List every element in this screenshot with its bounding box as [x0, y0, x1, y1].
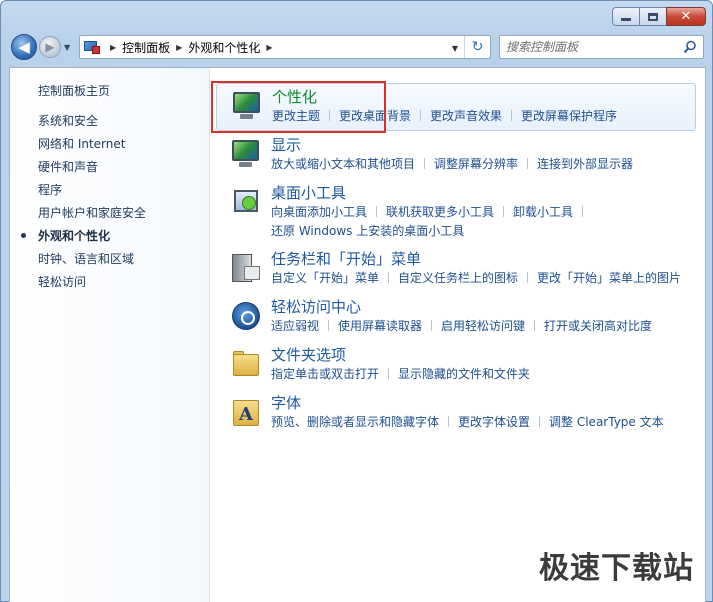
- category-gadgets: 桌面小工具 向桌面添加小工具 联机获取更多小工具 卸载小工具 还原 Window…: [216, 182, 696, 240]
- ease-of-access-icon[interactable]: [230, 300, 262, 332]
- gadgets-icon[interactable]: [230, 186, 262, 218]
- link-change-sounds[interactable]: 更改声音效果: [430, 107, 502, 124]
- category-taskbar: 任务栏和「开始」菜单 自定义「开始」菜单 自定义任务栏上的图标 更改「开始」菜单…: [216, 248, 696, 288]
- window-frame: ✕ ◀ ▶ ▼ ▶ 控制面板 ▶ 外观和个性化 ▶ ▼ ↻ 搜索控制面板 控制面…: [0, 0, 713, 602]
- refresh-icon: ↻: [471, 39, 484, 55]
- sidebar-item-hardware-sound[interactable]: 硬件和声音: [38, 161, 146, 184]
- navigation-bar: ◀ ▶ ▼ ▶ 控制面板 ▶ 外观和个性化 ▶ ▼ ↻: [9, 33, 706, 61]
- link-low-vision[interactable]: 适应弱视: [271, 317, 319, 334]
- category-title[interactable]: 字体: [271, 392, 301, 413]
- annotation-highlight-box: [211, 81, 386, 133]
- content-area: 控制面板主页 系统和安全 网络和 Internet 硬件和声音 程序 用户帐户和…: [9, 67, 706, 602]
- sidebar-item-network[interactable]: 网络和 Internet: [38, 138, 146, 161]
- close-icon: ✕: [680, 9, 692, 24]
- sidebar-item-ease-of-access[interactable]: 轻松访问: [38, 276, 146, 299]
- link-restore-gadgets[interactable]: 还原 Windows 上安装的桌面小工具: [271, 222, 464, 239]
- address-bar[interactable]: ▶ 控制面板 ▶ 外观和个性化 ▶ ▼ ↻: [79, 35, 491, 59]
- category-links-row2: 还原 Windows 上安装的桌面小工具: [271, 222, 464, 239]
- sidebar: 控制面板主页 系统和安全 网络和 Internet 硬件和声音 程序 用户帐户和…: [10, 68, 210, 602]
- category-links: 适应弱视 使用屏幕读取器 启用轻松访问键 打开或关闭高对比度: [271, 317, 652, 334]
- category-title[interactable]: 文件夹选项: [271, 344, 346, 365]
- link-customize-start-menu[interactable]: 自定义「开始」菜单: [271, 269, 379, 286]
- link-cleartype[interactable]: 调整 ClearType 文本: [549, 413, 664, 430]
- forward-arrow-icon: ▶: [45, 40, 55, 54]
- minimize-button[interactable]: [612, 7, 640, 26]
- close-button[interactable]: ✕: [666, 7, 706, 26]
- category-display: 显示 放大或缩小文本和其他项目 调整屏幕分辨率 连接到外部显示器: [216, 134, 696, 174]
- breadcrumb-appearance[interactable]: 外观和个性化: [188, 39, 260, 56]
- maximize-icon: [648, 12, 658, 21]
- link-high-contrast[interactable]: 打开或关闭高对比度: [544, 317, 652, 334]
- breadcrumb-chevron-icon[interactable]: ▶: [110, 43, 116, 52]
- category-links: 向桌面添加小工具 联机获取更多小工具 卸载小工具: [271, 203, 592, 220]
- sidebar-item-clock-language[interactable]: 时钟、语言和区域: [38, 253, 146, 276]
- breadcrumb-chevron-icon[interactable]: ▶: [266, 43, 272, 52]
- search-input[interactable]: [506, 39, 676, 55]
- category-ease-of-access: 轻松访问中心 适应弱视 使用屏幕读取器 启用轻松访问键 打开或关闭高对比度: [216, 296, 696, 336]
- main-panel: 个性化 更改主题 更改桌面背景 更改声音效果 更改屏幕保护程序 显示 放大或缩小…: [210, 68, 707, 602]
- link-add-gadgets[interactable]: 向桌面添加小工具: [271, 203, 367, 220]
- address-dropdown-icon[interactable]: ▼: [452, 44, 458, 53]
- fonts-icon[interactable]: A: [230, 396, 262, 428]
- link-show-hidden-files[interactable]: 显示隐藏的文件和文件夹: [398, 365, 530, 382]
- link-ease-keys[interactable]: 启用轻松访问键: [441, 317, 525, 334]
- breadcrumb-control-panel[interactable]: 控制面板: [122, 39, 170, 56]
- minimize-icon: [621, 17, 631, 21]
- category-links: 自定义「开始」菜单 自定义任务栏上的图标 更改「开始」菜单上的图片: [271, 269, 681, 286]
- display-icon[interactable]: [230, 138, 262, 170]
- folder-options-icon[interactable]: [230, 348, 262, 380]
- sidebar-home-link[interactable]: 控制面板主页: [38, 82, 110, 99]
- link-customize-taskbar-icons[interactable]: 自定义任务栏上的图标: [398, 269, 518, 286]
- breadcrumb-chevron-icon[interactable]: ▶: [176, 43, 182, 52]
- category-links: 预览、删除或者显示和隐藏字体 更改字体设置 调整 ClearType 文本: [271, 413, 664, 430]
- link-font-settings[interactable]: 更改字体设置: [458, 413, 530, 430]
- category-fonts: A 字体 预览、删除或者显示和隐藏字体 更改字体设置 调整 ClearType …: [216, 392, 696, 432]
- recent-pages-dropdown-icon[interactable]: ▼: [64, 43, 70, 52]
- sidebar-list: 系统和安全 网络和 Internet 硬件和声音 程序 用户帐户和家庭安全 外观…: [20, 115, 146, 299]
- link-preview-fonts[interactable]: 预览、删除或者显示和隐藏字体: [271, 413, 439, 430]
- category-title[interactable]: 显示: [271, 134, 301, 155]
- control-panel-icon: [84, 40, 100, 54]
- category-title[interactable]: 轻松访问中心: [271, 296, 361, 317]
- watermark-text: 极速下载站: [539, 551, 694, 586]
- back-button[interactable]: ◀: [11, 34, 37, 60]
- link-get-more-gadgets[interactable]: 联机获取更多小工具: [386, 203, 494, 220]
- refresh-button[interactable]: ↻: [464, 36, 490, 58]
- breadcrumb: ▶ 控制面板 ▶ 外观和个性化 ▶: [104, 36, 279, 58]
- category-folder-options: 文件夹选项 指定单击或双击打开 显示隐藏的文件和文件夹: [216, 344, 696, 384]
- window-controls: ✕: [612, 7, 706, 26]
- category-links: 指定单击或双击打开 显示隐藏的文件和文件夹: [271, 365, 530, 382]
- link-change-start-picture[interactable]: 更改「开始」菜单上的图片: [537, 269, 681, 286]
- category-title[interactable]: 任务栏和「开始」菜单: [271, 248, 421, 269]
- search-box: [499, 35, 704, 59]
- link-screen-resolution[interactable]: 调整屏幕分辨率: [434, 155, 518, 172]
- sidebar-item-appearance: 外观和个性化: [20, 230, 146, 253]
- link-external-display[interactable]: 连接到外部显示器: [537, 155, 633, 172]
- category-title[interactable]: 桌面小工具: [271, 182, 346, 203]
- category-links: 放大或缩小文本和其他项目 调整屏幕分辨率 连接到外部显示器: [271, 155, 633, 172]
- link-single-double-click[interactable]: 指定单击或双击打开: [271, 365, 379, 382]
- maximize-button[interactable]: [639, 7, 667, 26]
- forward-button[interactable]: ▶: [39, 36, 61, 58]
- sidebar-item-system-security[interactable]: 系统和安全: [38, 115, 146, 138]
- link-screen-reader[interactable]: 使用屏幕读取器: [338, 317, 422, 334]
- taskbar-icon[interactable]: [230, 252, 262, 284]
- link-change-screensaver[interactable]: 更改屏幕保护程序: [521, 107, 617, 124]
- search-icon[interactable]: [683, 40, 697, 54]
- link-resize-text[interactable]: 放大或缩小文本和其他项目: [271, 155, 415, 172]
- link-uninstall-gadget[interactable]: 卸载小工具: [513, 203, 573, 220]
- back-arrow-icon: ◀: [18, 38, 30, 56]
- sidebar-item-programs[interactable]: 程序: [38, 184, 146, 207]
- sidebar-item-user-accounts[interactable]: 用户帐户和家庭安全: [38, 207, 146, 230]
